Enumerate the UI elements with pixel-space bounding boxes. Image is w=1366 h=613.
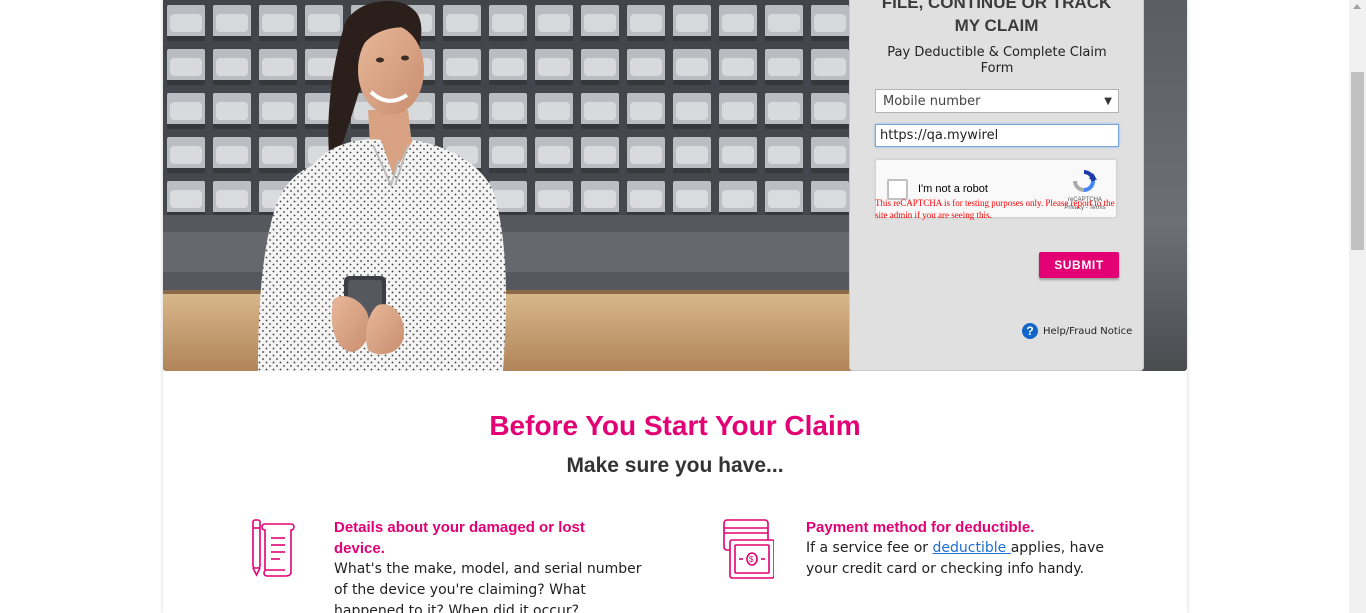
- dropdown-arrow-icon: ▼: [1104, 96, 1112, 107]
- requirement-text: What's the make, model, and serial numbe…: [334, 561, 642, 613]
- section-subtitle: Make sure you have...: [566, 454, 784, 477]
- page-scrollbar[interactable]: [1349, 0, 1366, 613]
- scroll-up-arrow-icon[interactable]: [1353, 4, 1361, 9]
- recaptcha-widget: I'm not a robot reCAPTCHA Privacy - Term…: [875, 159, 1117, 220]
- requirement-title: Details about your damaged or lost devic…: [334, 519, 585, 557]
- document-pen-icon: [252, 519, 295, 577]
- help-fraud-notice-link[interactable]: ? Help/Fraud Notice: [1022, 323, 1132, 339]
- help-icon: ?: [1022, 323, 1038, 339]
- panel-title-line2: MY CLAIM: [954, 16, 1039, 35]
- svg-text:$: $: [749, 555, 754, 564]
- requirement-title: Payment method for deductible.: [806, 519, 1035, 536]
- requirement-text: If a service fee or deductible applies, …: [806, 538, 1126, 580]
- recaptcha-logo-icon: [1073, 170, 1097, 192]
- lookup-type-value: Mobile number: [883, 94, 981, 109]
- panel-title-line1: FILE, CONTINUE OR TRACK: [881, 0, 1112, 12]
- section-title: Before You Start Your Claim: [489, 410, 861, 441]
- panel-title: FILE, CONTINUE OR TRACK MY CLAIM: [850, 0, 1143, 37]
- deductible-link[interactable]: deductible: [933, 540, 1011, 556]
- payment-card-icon: $: [723, 519, 774, 579]
- scrollbar-thumb[interactable]: [1351, 72, 1364, 250]
- requirement-text-before: If a service fee or: [806, 540, 933, 556]
- page-container: FILE, CONTINUE OR TRACK MY CLAIM Pay Ded…: [163, 0, 1187, 613]
- claim-panel: FILE, CONTINUE OR TRACK MY CLAIM Pay Ded…: [849, 0, 1144, 371]
- submit-button[interactable]: SUBMIT: [1039, 252, 1119, 278]
- recaptcha-test-warning: This reCAPTCHA is for testing purposes o…: [875, 198, 1115, 220]
- panel-subtitle: Pay Deductible & Complete Claim Form: [887, 45, 1107, 76]
- lookup-value-input[interactable]: [875, 124, 1119, 147]
- recaptcha-label: I'm not a robot: [918, 183, 988, 195]
- lookup-type-select[interactable]: Mobile number ▼: [875, 89, 1119, 113]
- help-label: Help/Fraud Notice: [1043, 326, 1133, 337]
